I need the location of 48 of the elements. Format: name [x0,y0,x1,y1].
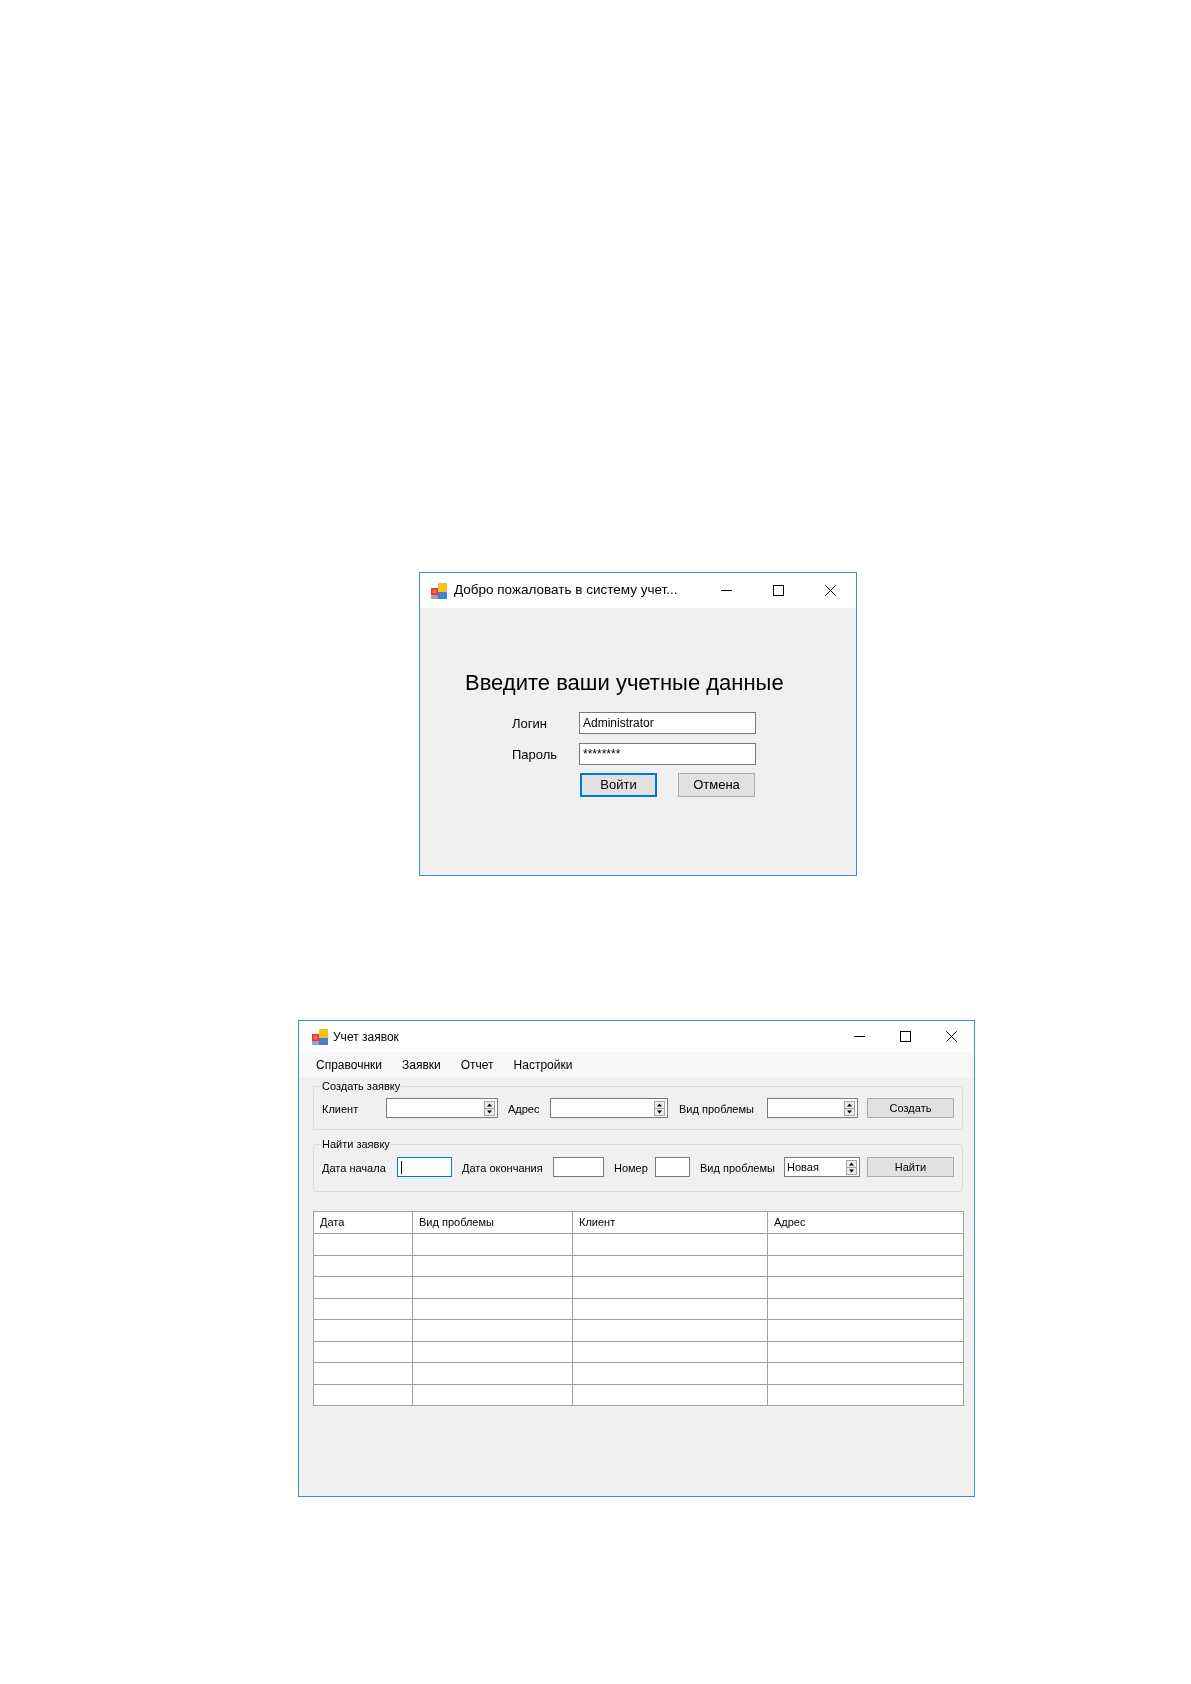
group-title: Найти заявку [321,1138,391,1151]
input-field[interactable]: Administrator [579,712,756,734]
column-header[interactable]: Адрес [767,1211,964,1234]
input-field[interactable] [397,1157,452,1177]
column-header[interactable]: Вид проблемы [412,1211,573,1234]
spinner-field[interactable] [386,1098,498,1118]
minimize-icon [720,590,732,591]
up-down-arrows-icon[interactable] [484,1100,495,1116]
window-title: Учет заявок [333,1028,399,1046]
close-icon [945,1031,957,1042]
maximize-icon [899,1031,911,1042]
window-title: Добро пожаловать в систему учет... [454,581,678,600]
minimize-icon [853,1036,865,1037]
up-down-arrows-icon[interactable] [844,1100,855,1116]
login-button[interactable]: Войти [580,773,657,797]
field-label: Номер [614,1162,648,1174]
text-cursor-icon [401,1160,402,1174]
field-label: Адрес [508,1103,540,1115]
field-label: Вид проблемы [700,1162,775,1174]
spinner-field[interactable] [550,1098,668,1118]
app-icon [431,582,447,599]
menu-item[interactable]: Справочнки [309,1055,389,1075]
menu-item[interactable]: Заявки [395,1055,448,1075]
find-button[interactable]: Найти [867,1157,954,1177]
spinner-field[interactable]: Новая [784,1157,860,1177]
field-label: Дата окончания [462,1162,543,1174]
field-label: Клиент [322,1103,359,1115]
input-field[interactable] [553,1157,604,1177]
field-label: Пароль [512,746,558,762]
field-label: Логин [512,715,547,731]
close-icon [824,585,836,596]
spinner-field[interactable] [767,1098,858,1118]
maximize-icon [772,585,784,596]
form-heading: Введите ваши учетные данные [465,670,784,696]
field-label: Вид проблемы [679,1103,754,1115]
input-field[interactable]: ******** [579,743,756,765]
field-label: Дата начала [322,1162,386,1174]
up-down-arrows-icon[interactable] [846,1159,857,1175]
app-icon [312,1028,328,1045]
menu-item[interactable]: Отчет [453,1055,501,1075]
column-header[interactable]: Дата [313,1211,413,1234]
up-down-arrows-icon[interactable] [654,1100,665,1116]
cancel-button[interactable]: Отмена [678,773,755,797]
create-button[interactable]: Создать [867,1098,954,1118]
column-header[interactable]: Клиент [572,1211,768,1234]
group-title: Создать заявку [321,1080,402,1093]
input-field[interactable] [655,1157,690,1177]
menu-item[interactable]: Настройки [506,1055,580,1075]
